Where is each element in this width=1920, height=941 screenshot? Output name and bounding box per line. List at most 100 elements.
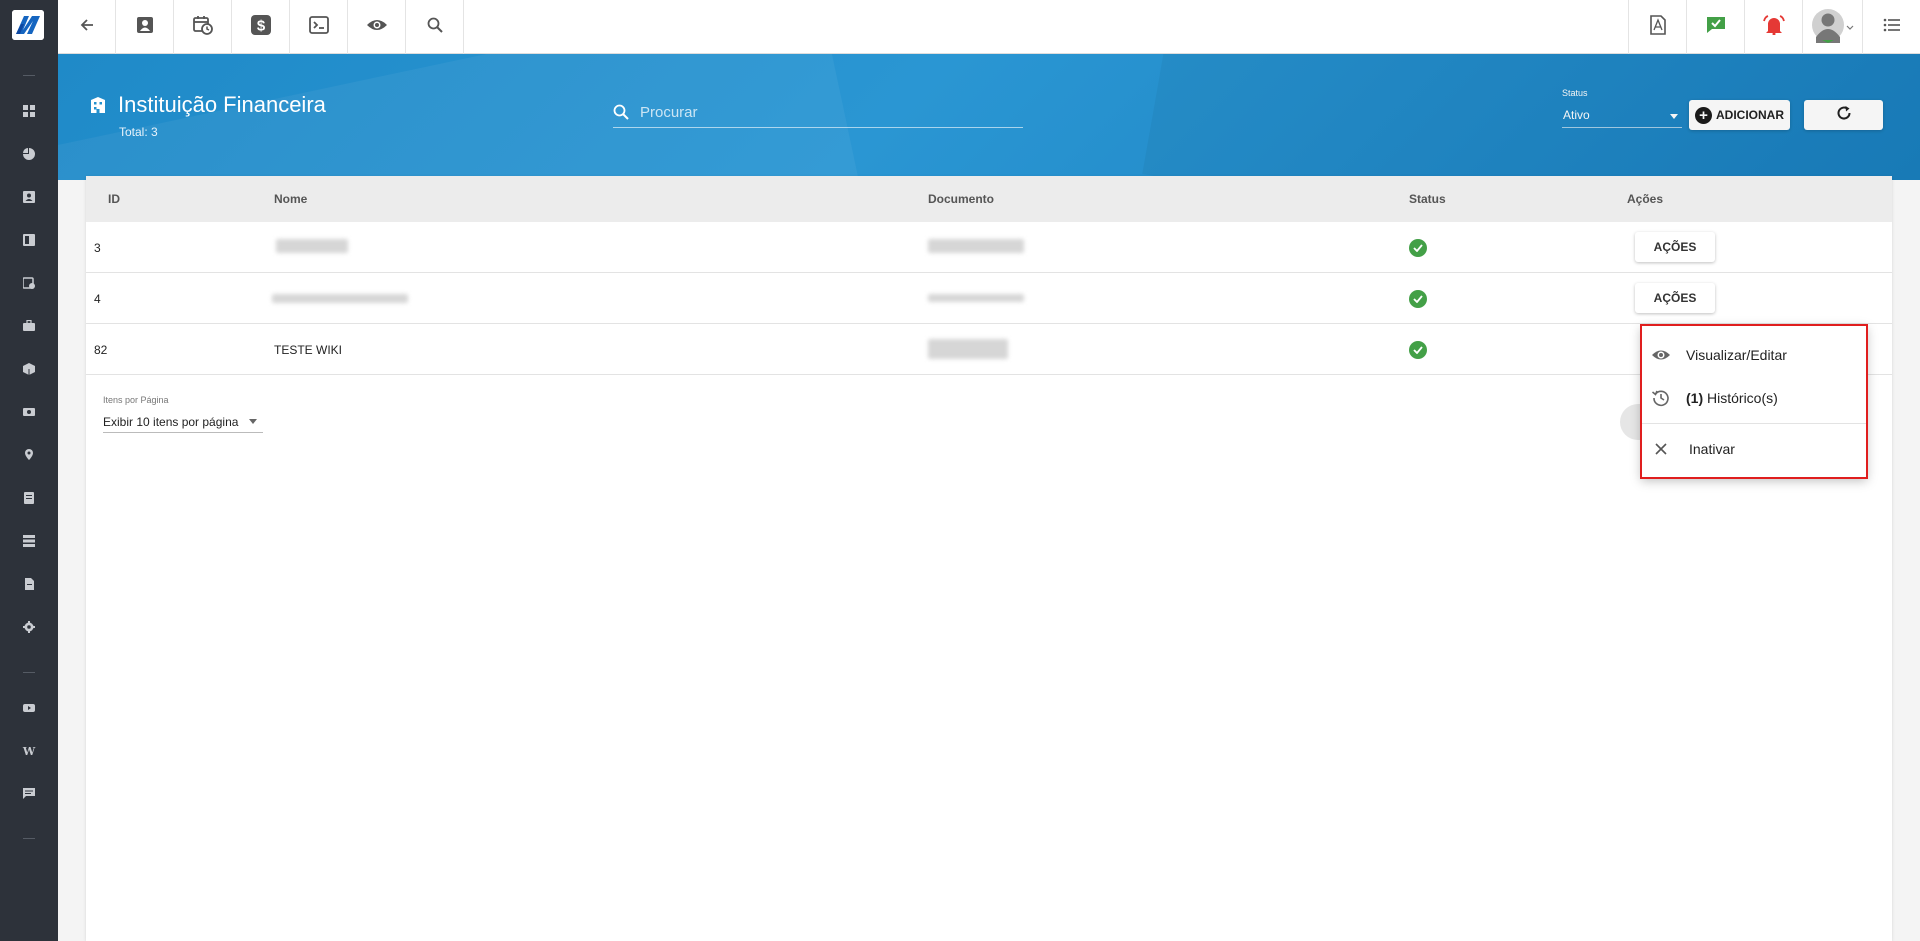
eye-icon: [366, 18, 388, 37]
row-actions-button[interactable]: AÇÕES: [1635, 232, 1715, 262]
pdf-icon: [1649, 14, 1667, 40]
dollar-icon: $: [250, 14, 272, 41]
row-id: 4: [94, 292, 101, 306]
status-filter-label: Status: [1562, 88, 1588, 98]
contact-icon[interactable]: [19, 187, 39, 207]
close-icon: [1651, 439, 1671, 459]
row-id: 3: [94, 241, 101, 255]
document-icon[interactable]: [19, 574, 39, 594]
row-id: 82: [94, 343, 108, 357]
menu-divider: [1641, 423, 1867, 424]
status-active-icon: [1409, 341, 1427, 359]
history-icon: [1651, 388, 1671, 408]
caret-down-icon: [1670, 114, 1678, 119]
briefcase-icon[interactable]: [19, 316, 39, 336]
row-name: TESTE WIKI: [274, 343, 343, 357]
history-count: (1): [1686, 390, 1704, 406]
menu-item-inativar[interactable]: Inativar: [1641, 427, 1867, 469]
top-toolbar: $: [58, 0, 1920, 54]
redacted-document: [928, 339, 1008, 359]
refresh-icon: [1836, 105, 1852, 126]
refresh-button[interactable]: [1804, 100, 1883, 130]
back-button[interactable]: [58, 0, 116, 54]
column-header-nome[interactable]: Nome: [274, 192, 307, 206]
table-row[interactable]: 82 TESTE WIKI: [86, 324, 1892, 375]
items-per-page-value: Exibir 10 itens por página: [103, 415, 239, 429]
redacted-document: [928, 294, 1024, 302]
status-filter-select[interactable]: Ativo: [1562, 104, 1682, 128]
table-row[interactable]: 4 AÇÕES: [86, 273, 1892, 324]
chevron-down-icon: [1846, 18, 1854, 36]
menu-item-label: Visualizar/Editar: [1686, 347, 1787, 363]
history-label: Histórico(s): [1703, 390, 1778, 406]
page-header: Instituição Financeira Total: 3 Status A…: [58, 54, 1920, 180]
alarm-icon: [1762, 14, 1785, 40]
gear-icon[interactable]: [19, 617, 39, 637]
schedule-button[interactable]: [174, 0, 232, 54]
eye-icon: [1651, 345, 1671, 365]
redacted-name: [276, 239, 348, 253]
status-filter-value: Ativo: [1563, 108, 1590, 122]
column-header-acoes: Ações: [1627, 192, 1664, 206]
app-logo[interactable]: [12, 10, 44, 40]
items-per-page-select[interactable]: Exibir 10 itens por página: [103, 407, 263, 433]
column-header-documento[interactable]: Documento: [928, 192, 994, 206]
status-active-icon: [1409, 239, 1427, 257]
money-icon[interactable]: [19, 402, 39, 422]
location-icon[interactable]: [19, 445, 39, 465]
calendar-clock-icon: [192, 15, 213, 40]
menu-item-label: Inativar: [1689, 441, 1735, 457]
view-button[interactable]: [348, 0, 406, 54]
menu-item-historico[interactable]: (1) Histórico(s): [1641, 376, 1867, 418]
pie-chart-icon[interactable]: [19, 144, 39, 164]
dashboard-icon[interactable]: [19, 101, 39, 121]
wiki-icon[interactable]: W: [19, 741, 39, 761]
sidebar-divider: [23, 672, 35, 673]
user-menu-button[interactable]: [1802, 0, 1862, 54]
column-header-id[interactable]: ID: [108, 192, 120, 206]
chat-check-icon: [1706, 16, 1726, 39]
sidebar-divider: [23, 75, 35, 76]
building-icon: [90, 96, 106, 114]
book-icon[interactable]: [19, 230, 39, 250]
search-icon: [427, 17, 443, 38]
terminal-icon: [308, 15, 329, 39]
search-button[interactable]: [406, 0, 464, 54]
menu-item-visualizar-editar[interactable]: Visualizar/Editar: [1641, 333, 1867, 375]
table-row[interactable]: 3 AÇÕES: [86, 222, 1892, 273]
user-avatar: [1811, 7, 1844, 48]
search-box: [613, 98, 1023, 128]
add-button-label: ADICIONAR: [1716, 108, 1784, 122]
menu-item-label: (1) Histórico(s): [1686, 390, 1778, 406]
list-icon[interactable]: [19, 488, 39, 508]
add-button[interactable]: + ADICIONAR: [1689, 100, 1790, 130]
search-icon: [613, 104, 629, 125]
menu-list-icon: [1883, 18, 1901, 37]
column-header-status[interactable]: Status: [1409, 192, 1446, 206]
table-card: ID Nome Documento Status Ações 3 AÇÕES 4…: [86, 176, 1892, 941]
actions-dropdown-menu: Visualizar/Editar (1) Histórico(s) Inati…: [1641, 325, 1867, 478]
svg-text:$: $: [256, 17, 265, 34]
menu-list-button[interactable]: [1862, 0, 1920, 54]
pdf-button[interactable]: [1628, 0, 1686, 54]
chat-button[interactable]: [1686, 0, 1744, 54]
package-icon[interactable]: [19, 359, 39, 379]
search-input[interactable]: [640, 100, 1010, 124]
terminal-button[interactable]: [290, 0, 348, 54]
chat-icon[interactable]: [19, 784, 39, 804]
finance-button[interactable]: $: [232, 0, 290, 54]
page-title: Instituição Financeira: [118, 92, 326, 117]
caret-down-icon: [249, 419, 257, 424]
contacts-button[interactable]: [116, 0, 174, 54]
row-actions-button[interactable]: AÇÕES: [1635, 283, 1715, 313]
sidebar-divider: [23, 838, 35, 839]
server-icon[interactable]: [19, 531, 39, 551]
video-icon[interactable]: [19, 698, 39, 718]
back-arrow-icon: [79, 17, 95, 38]
redacted-document: [928, 239, 1024, 253]
alarm-button[interactable]: [1744, 0, 1802, 54]
table-header: ID Nome Documento Status Ações: [86, 176, 1892, 222]
items-per-page-label: Itens por Página: [103, 395, 169, 405]
calendar-icon[interactable]: [19, 273, 39, 293]
plus-circle-icon: +: [1695, 106, 1712, 124]
